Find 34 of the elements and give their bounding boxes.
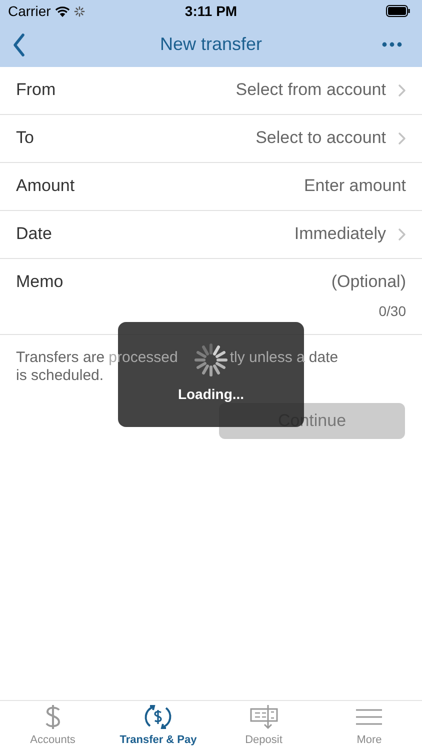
info-text: date [308,349,338,367]
tab-item[interactable]: Accounts [0,701,106,750]
tab-item[interactable]: Transfer & Pay [106,701,211,750]
wifi-icon [54,6,70,16]
chevron-icon [398,132,406,144]
input-field[interactable]: Enter amount [186,173,406,199]
field-label: Date [16,223,52,246]
tab-item[interactable]: More [316,701,422,750]
more-options-icon[interactable] [382,42,402,47]
select-field[interactable]: Select from account [236,77,406,103]
tab-item[interactable]: Deposit [211,701,316,750]
field-label: To [16,127,34,150]
chevron-icon [398,84,406,96]
status-time: 3:11 PM [184,2,238,20]
select-field[interactable]: Select to account [256,125,406,151]
back-icon[interactable] [12,32,26,56]
info-text: is scheduled. [16,367,104,385]
activity-icon [74,6,85,16]
character-counter: 0/30 [378,302,406,321]
battery-icon [386,5,410,17]
loading-label: Loading... [178,385,244,404]
screen-title: New transfer [160,33,262,56]
transfer-icon [144,702,172,730]
menu-icon [356,708,382,726]
field-label: Memo [16,271,64,294]
spinner-icon [193,342,229,378]
carrier-label: Carrier [8,2,51,20]
field-label: From [16,79,56,102]
input-field[interactable]: (Optional) [186,269,406,295]
info-text: Transfers are [16,349,105,367]
check-deposit-icon [250,704,278,730]
field-label: Amount [16,175,75,198]
chevron-icon [398,228,406,240]
select-field[interactable]: Immediately [294,221,406,247]
